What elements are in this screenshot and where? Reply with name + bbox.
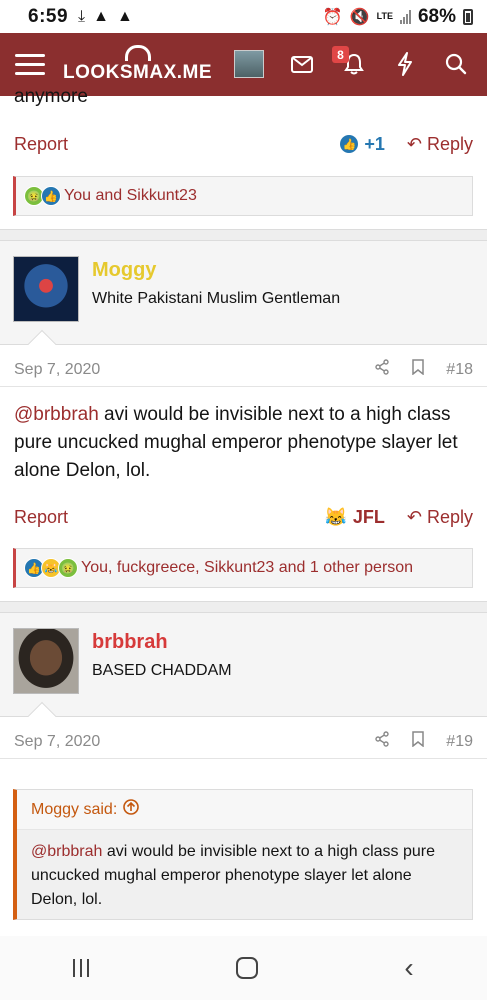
post-user-block: brbbrah BASED CHADDAM: [0, 613, 487, 731]
user-title: BASED CHADDAM: [92, 662, 232, 679]
post-divider: [0, 601, 487, 613]
notification-badge: 8: [332, 46, 349, 63]
menu-icon[interactable]: [15, 54, 45, 75]
reactions-summary: You, fuckgreece, Sikkunt23 and 1 other p…: [81, 559, 414, 576]
share-icon[interactable]: [374, 731, 390, 752]
reply-icon: ↶: [406, 133, 422, 154]
download-icon: ⤓: [78, 7, 86, 25]
search-icon[interactable]: [443, 51, 469, 77]
back-icon[interactable]: ‹: [404, 954, 413, 982]
share-icon[interactable]: [374, 359, 390, 380]
reply-button[interactable]: ↶ Reply: [407, 507, 473, 528]
system-nav-bar: ‹: [0, 936, 487, 1000]
reactions-bar[interactable]: 🤢 👍 You and Sikkunt23: [13, 176, 473, 216]
user-mention[interactable]: @brbbrah: [14, 404, 99, 425]
quote-block: Moggy said: @brbbrah avi would be invisi…: [13, 789, 473, 920]
post-date[interactable]: Sep 7, 2020: [14, 733, 100, 751]
avatar[interactable]: [13, 256, 79, 322]
reply-icon: ↶: [406, 506, 422, 527]
sick-emoji-icon: 🤢: [58, 558, 78, 578]
reactions-summary: You and Sikkunt23: [64, 187, 197, 204]
battery-icon: [463, 8, 473, 25]
post-actions: Report 😹 JFL ↶ Reply: [0, 502, 487, 532]
username[interactable]: Moggy: [92, 259, 156, 282]
battery-percent: 68%: [417, 5, 456, 27]
laughing-emoji-icon: 😹: [324, 506, 347, 527]
warning-icon: ▲: [93, 7, 109, 25]
like-button[interactable]: 👍 +1: [340, 134, 385, 155]
warning-icon: ▲: [116, 7, 133, 25]
post-body: @brbbrah avi would be invisible next to …: [14, 404, 458, 481]
recent-apps-icon[interactable]: [73, 959, 90, 977]
report-link[interactable]: Report: [14, 134, 68, 155]
status-notification-icons: ⤓ ▲ ▲: [78, 8, 133, 26]
avatar[interactable]: [13, 628, 79, 694]
post-divider: [0, 229, 487, 241]
post-actions: Report 👍 +1 ↶ Reply: [0, 129, 487, 159]
username[interactable]: brbbrah: [92, 631, 168, 654]
user-mention[interactable]: @brbbrah: [31, 843, 102, 860]
post-meta: Sep 7, 2020 #19: [0, 725, 487, 759]
post-text-fragment: anymore: [14, 86, 88, 107]
jfl-reaction-button[interactable]: 😹 JFL: [324, 507, 384, 528]
reply-button[interactable]: ↶ Reply: [407, 134, 473, 155]
reaction-icons: 🤢 👍: [24, 186, 61, 206]
inbox-icon[interactable]: [289, 51, 315, 77]
status-time: 6:59: [28, 5, 69, 27]
quote-author: Moggy said:: [31, 800, 118, 818]
post-number[interactable]: #18: [446, 361, 473, 379]
user-avatar-thumbnail[interactable]: [234, 50, 264, 78]
user-title: White Pakistani Muslim Gentleman: [92, 290, 341, 307]
status-bar: 6:59 ⤓ ▲ ▲ ⏰ 🔇 LTE 68%: [0, 0, 487, 33]
alarm-icon: ⏰: [322, 8, 343, 26]
network-type: LTE: [376, 11, 393, 21]
jump-to-quote-icon[interactable]: [123, 799, 140, 820]
report-link[interactable]: Report: [14, 507, 68, 528]
quote-header[interactable]: Moggy said:: [17, 790, 472, 830]
post-number[interactable]: #19: [446, 733, 473, 751]
like-count: +1: [364, 133, 385, 154]
signal-icon: [399, 9, 411, 24]
like-reaction-icon: 👍: [41, 186, 61, 206]
post-date[interactable]: Sep 7, 2020: [14, 361, 100, 379]
reaction-icons: 👍 😹 🤢: [24, 558, 78, 578]
bookmark-icon[interactable]: [412, 731, 425, 752]
quote-body: @brbbrah avi would be invisible next to …: [17, 830, 472, 919]
mute-icon: 🔇: [349, 8, 370, 26]
thumbs-up-icon: 👍: [340, 135, 359, 153]
bookmark-icon[interactable]: [412, 359, 425, 380]
site-logo[interactable]: LOOKSMAX.ME: [63, 45, 212, 84]
home-icon[interactable]: [235, 957, 258, 979]
reactions-bar[interactable]: 👍 😹 🤢 You, fuckgreece, Sikkunt23 and 1 o…: [13, 548, 473, 588]
lightning-icon[interactable]: [392, 51, 418, 77]
logo-icon: [124, 45, 151, 61]
post-meta: Sep 7, 2020 #18: [0, 353, 487, 387]
post-user-block: Moggy White Pakistani Muslim Gentleman: [0, 241, 487, 359]
